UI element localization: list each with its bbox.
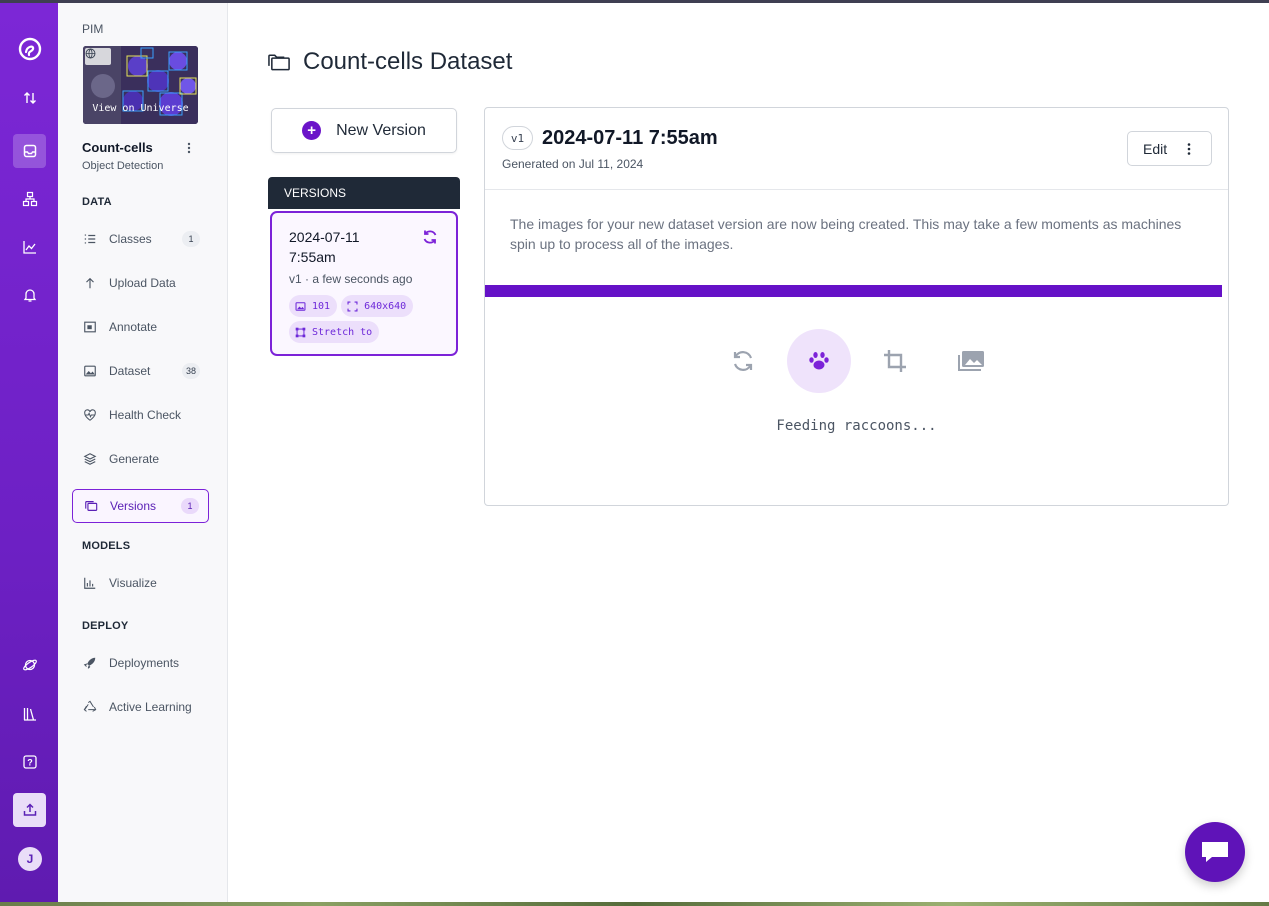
- recycle-icon: [83, 700, 97, 712]
- generation-status-text: Feeding raccoons...: [776, 418, 937, 434]
- folder-stack-icon: [268, 54, 290, 71]
- sidebar-item-label: Generate: [109, 452, 160, 466]
- sidebar-item-deployments[interactable]: Deployments: [72, 646, 209, 680]
- workspace-name[interactable]: PIM: [82, 22, 103, 36]
- roboflow-logo-icon[interactable]: [13, 32, 46, 66]
- edit-button[interactable]: Edit: [1127, 131, 1212, 166]
- new-version-label: New Version: [336, 121, 426, 139]
- sidebar-item-health-check[interactable]: Health Check: [72, 398, 209, 432]
- project-name: Count-cells: [82, 140, 153, 155]
- sidebar-item-visualize[interactable]: Visualize: [72, 566, 209, 600]
- version-title: 2024-07-11 7:55am: [542, 127, 718, 149]
- sort-arrows-icon[interactable]: [13, 81, 46, 115]
- sidebar-item-dataset[interactable]: Dataset 38: [72, 354, 209, 388]
- plus-circle-icon: +: [302, 121, 322, 140]
- bar-chart-icon: [84, 577, 96, 589]
- generated-date: Generated on Jul 11, 2024: [502, 157, 644, 171]
- user-avatar[interactable]: J: [18, 847, 42, 871]
- sidebar-item-label: Dataset: [109, 364, 151, 378]
- universe-icon[interactable]: [13, 648, 46, 682]
- project-menu-icon[interactable]: [182, 140, 196, 156]
- sidebar-item-upload-data[interactable]: Upload Data: [72, 266, 209, 300]
- sidebar-item-label: Active Learning: [109, 700, 192, 714]
- upload-arrow-icon: [86, 277, 94, 289]
- heart-pulse-icon: [84, 409, 96, 421]
- analytics-icon[interactable]: [13, 230, 46, 264]
- sidebar-item-label: Deployments: [109, 656, 180, 670]
- image-count-chip: 101: [289, 295, 338, 317]
- annotate-icon: [84, 321, 96, 333]
- versions-list: VERSIONS 2024-07-11 7:55am v1 · a few se…: [268, 177, 460, 356]
- workflow-icon[interactable]: [13, 182, 46, 216]
- versions-heading: VERSIONS: [268, 177, 460, 209]
- models-section-heading: MODELS: [82, 540, 131, 552]
- versions-icon: [85, 501, 98, 511]
- sidebar-item-label: Annotate: [109, 320, 158, 334]
- window-bottom-border: [0, 902, 1269, 906]
- generation-progress-bar: [485, 285, 1222, 297]
- kebab-menu-icon: [1187, 142, 1191, 159]
- version-tag: v1: [502, 126, 533, 150]
- layers-icon: [83, 453, 97, 465]
- library-icon[interactable]: [13, 697, 46, 731]
- stretch-icon: [295, 327, 306, 337]
- version-card-selected[interactable]: 2024-07-11 7:55am v1 · a few seconds ago…: [270, 211, 458, 356]
- project-sidebar: PIM View on Universe Count-cells Object …: [58, 3, 228, 902]
- sidebar-item-annotate[interactable]: Annotate: [72, 310, 209, 344]
- sidebar-item-label: Visualize: [109, 576, 157, 590]
- app-rail: ? J: [0, 3, 58, 902]
- images-icon: [939, 329, 1003, 393]
- generation-steps: [485, 329, 1228, 393]
- classes-count-badge: 1: [182, 231, 200, 247]
- generation-message: The images for your new dataset version …: [510, 216, 1182, 252]
- dataset-count-badge: 38: [181, 363, 200, 379]
- globe-icon: [85, 48, 111, 65]
- paw-icon: [787, 329, 851, 393]
- image-icon: [84, 365, 96, 377]
- edit-label: Edit: [1143, 140, 1168, 157]
- sidebar-item-label: Health Check: [109, 408, 182, 422]
- view-on-universe-link[interactable]: View on Universe: [83, 103, 198, 114]
- resize-chip: 640x640: [341, 295, 414, 317]
- project-type: Object Detection: [82, 160, 164, 172]
- deploy-section-heading: DEPLOY: [82, 620, 129, 632]
- version-detail-header: v1 2024-07-11 7:55am Generated on Jul 11…: [485, 108, 1228, 190]
- version-detail-panel: v1 2024-07-11 7:55am Generated on Jul 11…: [484, 107, 1229, 506]
- sidebar-item-classes[interactable]: Classes 1: [72, 222, 209, 256]
- stretch-chip: Stretch to: [289, 321, 380, 343]
- data-section-heading: DATA: [82, 196, 112, 208]
- sidebar-item-label: Upload Data: [109, 276, 176, 290]
- project-thumbnail[interactable]: View on Universe: [83, 46, 198, 124]
- new-version-button[interactable]: + New Version: [271, 108, 457, 153]
- sidebar-item-versions[interactable]: Versions 1: [72, 489, 209, 523]
- sidebar-item-label: Classes: [109, 232, 152, 246]
- upload-icon[interactable]: [13, 793, 46, 827]
- sidebar-item-generate[interactable]: Generate: [72, 442, 209, 476]
- window-top-border: [0, 0, 1269, 3]
- sidebar-item-active-learning[interactable]: Active Learning: [72, 690, 209, 724]
- version-card-chips: 101 640x640 Stretch to: [289, 295, 439, 343]
- help-icon[interactable]: ?: [13, 745, 46, 779]
- crop-icon: [863, 329, 927, 393]
- sync-step-icon: [711, 329, 775, 393]
- version-card-date: 2024-07-11 7:55am: [289, 229, 360, 265]
- versions-count-badge: 1: [181, 498, 199, 514]
- list-icon: [84, 234, 96, 244]
- inbox-icon[interactable]: [13, 134, 46, 168]
- page-title-text: Count-cells Dataset: [303, 48, 513, 75]
- version-card-meta: v1 · a few seconds ago: [289, 272, 413, 286]
- page-title: Count-cells Dataset: [268, 48, 512, 76]
- resize-icon: [347, 300, 358, 312]
- sync-icon: [422, 229, 438, 250]
- image-icon: [295, 301, 306, 311]
- chat-support-button[interactable]: [1185, 822, 1245, 882]
- bell-icon[interactable]: [13, 278, 46, 312]
- chat-icon: [1202, 842, 1228, 862]
- svg-text:?: ?: [27, 758, 33, 768]
- rocket-icon: [83, 657, 96, 669]
- sidebar-item-label: Versions: [110, 499, 157, 513]
